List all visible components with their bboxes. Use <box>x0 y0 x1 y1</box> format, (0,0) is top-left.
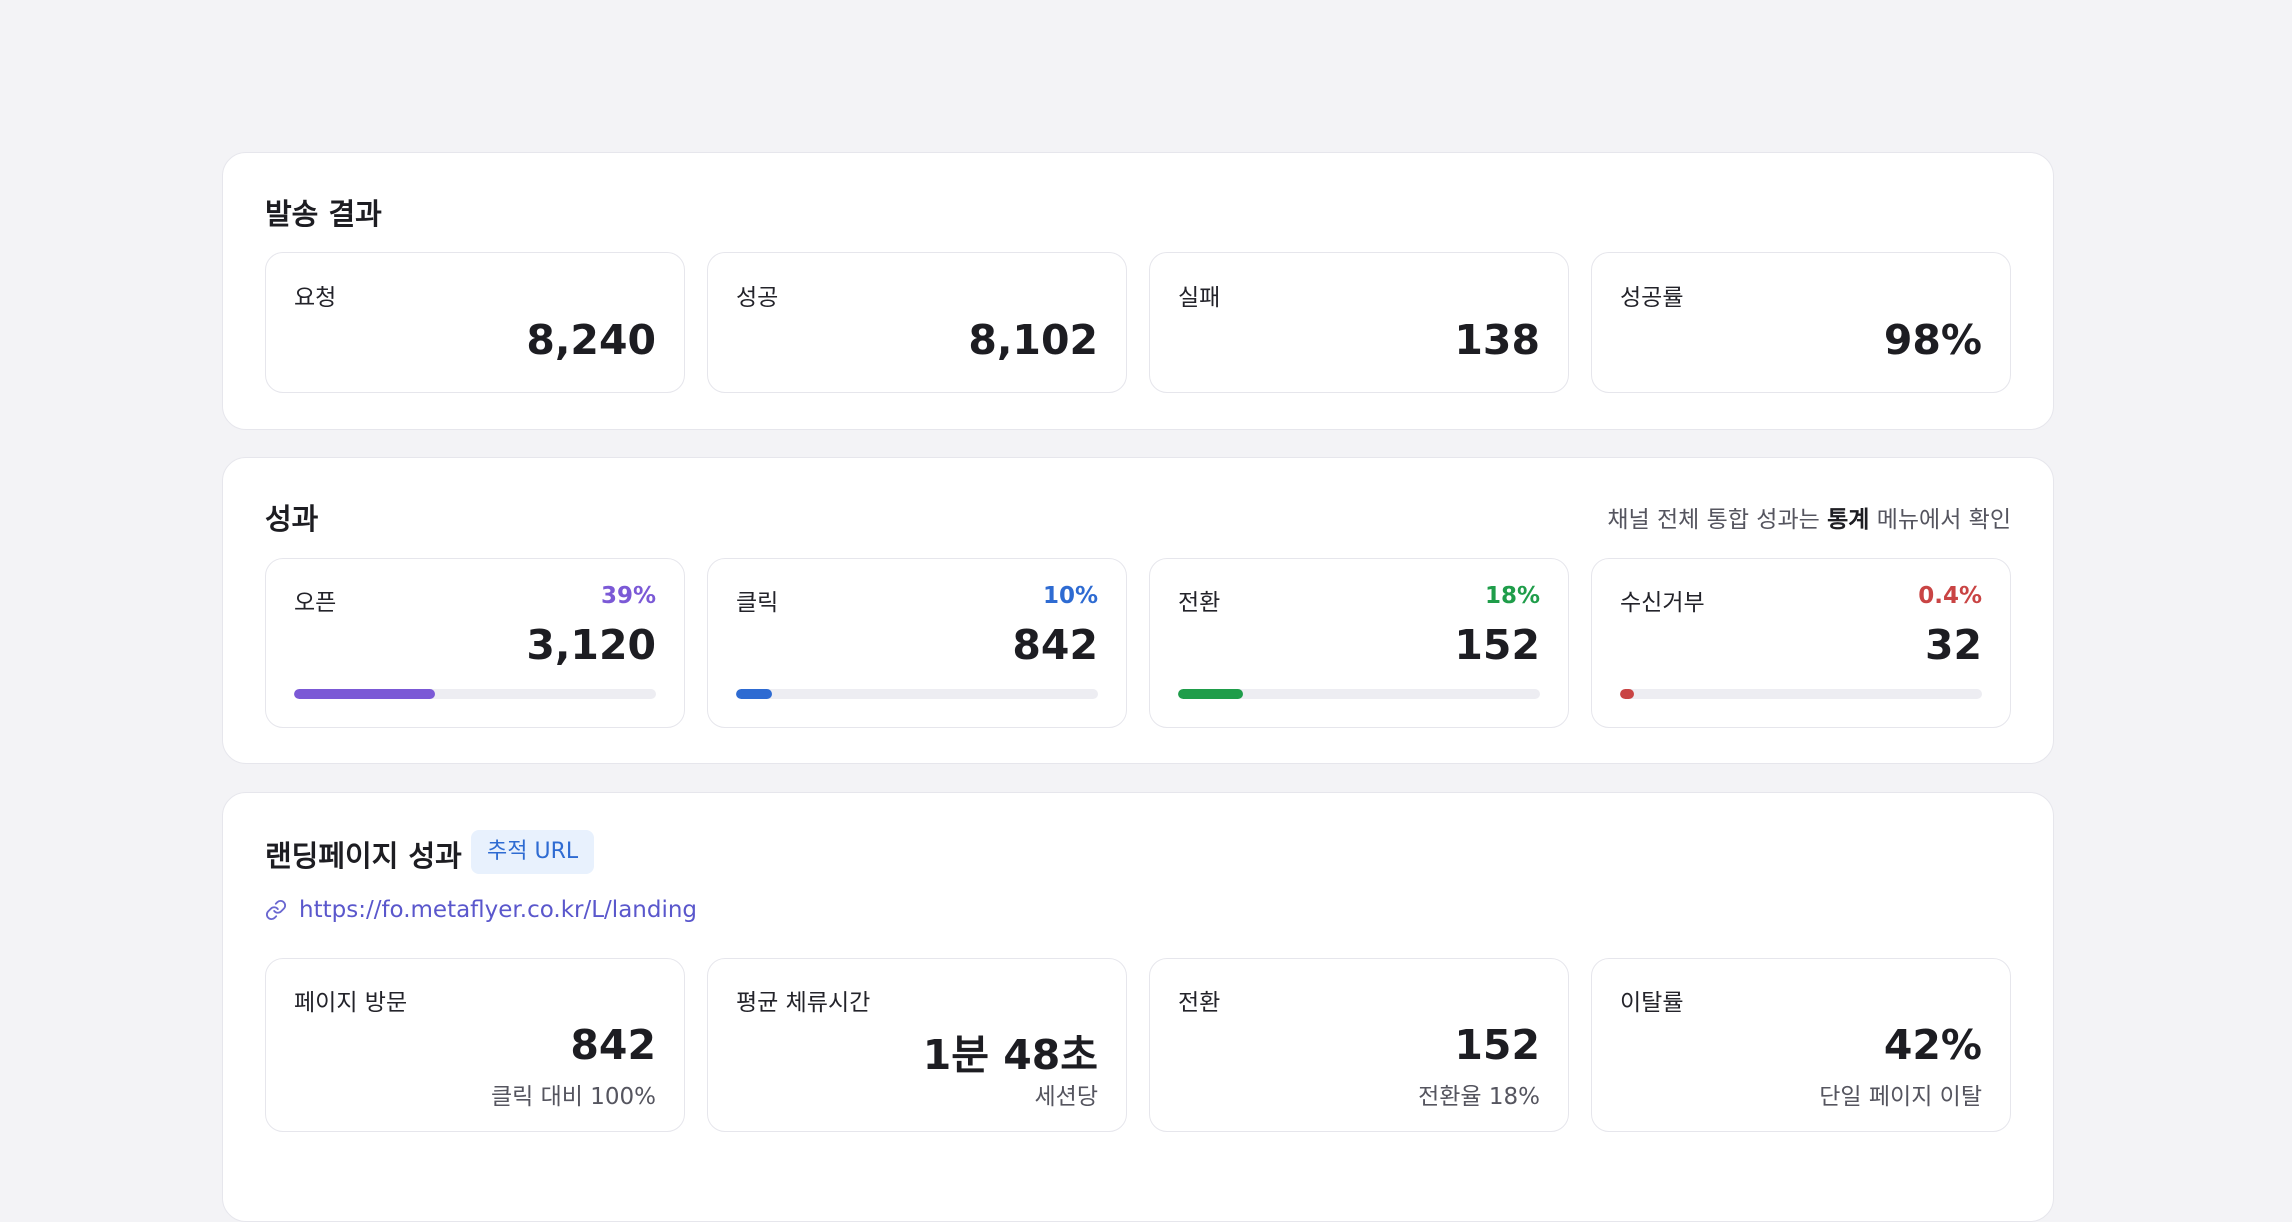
progress-track <box>736 689 1098 699</box>
landing-card-conversion: 전환 152 전환율 18% <box>1149 958 1569 1132</box>
card-label: 클릭 <box>736 590 779 616</box>
stats-menu-link[interactable]: 통계 <box>1827 507 1869 533</box>
card-value: 152 <box>1454 1021 1540 1069</box>
metric-card-click: 클릭 10% 842 <box>707 558 1127 728</box>
card-label: 실패 <box>1178 285 1221 311</box>
card-label: 전환 <box>1178 990 1221 1016</box>
metric-card-conversion: 전환 18% 152 <box>1149 558 1569 728</box>
performance-panel: 성과 채널 전체 통합 성과는 통계 메뉴에서 확인 오픈 39% 3,120 … <box>222 457 2054 764</box>
landing-url-row[interactable]: https://fo.metaflyer.co.kr/L/landing <box>265 897 697 923</box>
card-percent: 10% <box>1042 583 1098 609</box>
progress-fill <box>1620 689 1635 699</box>
card-subtext: 단일 페이지 이탈 <box>1819 1084 1982 1110</box>
card-label: 요청 <box>294 285 337 311</box>
metric-card-open: 오픈 39% 3,120 <box>265 558 685 728</box>
note-suffix: 메뉴에서 확인 <box>1869 507 2011 533</box>
landing-card-avg-duration: 평균 체류시간 1분 48초 세션당 <box>707 958 1127 1132</box>
card-label: 성공률 <box>1620 285 1684 311</box>
card-label: 오픈 <box>294 590 337 616</box>
progress-track <box>1620 689 1982 699</box>
card-label: 성공 <box>736 285 779 311</box>
card-value: 3,120 <box>526 621 656 669</box>
card-value: 32 <box>1924 621 1982 669</box>
progress-track <box>1178 689 1540 699</box>
card-value: 42% <box>1883 1021 1982 1069</box>
link-icon <box>265 899 287 921</box>
landing-url-link[interactable]: https://fo.metaflyer.co.kr/L/landing <box>299 897 697 923</box>
card-label: 전환 <box>1178 590 1221 616</box>
tracking-url-badge: 추적 URL <box>471 830 595 874</box>
landing-panel: 랜딩페이지 성과 추적 URL https://fo.metaflyer.co.… <box>222 792 2054 1222</box>
send-result-title: 발송 결과 <box>265 197 382 231</box>
stats-menu-note: 채널 전체 통합 성과는 통계 메뉴에서 확인 <box>1607 500 2011 534</box>
card-percent: 18% <box>1484 583 1540 609</box>
metric-card-unsubscribe: 수신거부 0.4% 32 <box>1591 558 2011 728</box>
card-label: 페이지 방문 <box>294 990 408 1016</box>
card-value: 98% <box>1883 316 1982 364</box>
landing-title: 랜딩페이지 성과 <box>265 839 462 873</box>
note-prefix: 채널 전체 통합 성과는 <box>1607 507 1828 533</box>
card-percent: 0.4% <box>1918 583 1982 609</box>
performance-cards: 오픈 39% 3,120 클릭 10% 842 전환 18% 152 수신거부 … <box>265 558 2011 728</box>
card-percent: 39% <box>600 583 656 609</box>
card-value: 138 <box>1454 316 1540 364</box>
send-result-cards: 요청 8,240 성공 8,102 실패 138 성공률 98% <box>265 252 2011 393</box>
card-label: 평균 체류시간 <box>736 990 871 1016</box>
card-subtext: 클릭 대비 100% <box>490 1084 656 1110</box>
card-value: 842 <box>1012 621 1098 669</box>
card-label: 이탈률 <box>1620 990 1684 1016</box>
progress-fill <box>736 689 773 699</box>
landing-card-visits: 페이지 방문 842 클릭 대비 100% <box>265 958 685 1132</box>
progress-fill <box>1178 689 1244 699</box>
card-value: 842 <box>570 1021 656 1069</box>
card-value: 8,102 <box>968 316 1098 364</box>
send-result-panel: 발송 결과 요청 8,240 성공 8,102 실패 138 성공률 98% <box>222 152 2054 430</box>
card-value: 1분 48초 <box>922 1031 1098 1079</box>
stat-card-success-rate: 성공률 98% <box>1591 252 2011 393</box>
card-value: 8,240 <box>526 316 656 364</box>
card-subtext: 전환율 18% <box>1418 1084 1540 1110</box>
progress-track <box>294 689 656 699</box>
stat-card-failure: 실패 138 <box>1149 252 1569 393</box>
landing-cards: 페이지 방문 842 클릭 대비 100% 평균 체류시간 1분 48초 세션당… <box>265 958 2011 1132</box>
progress-fill <box>294 689 436 699</box>
card-value: 152 <box>1454 621 1540 669</box>
stat-card-request: 요청 8,240 <box>265 252 685 393</box>
landing-card-bounce-rate: 이탈률 42% 단일 페이지 이탈 <box>1591 958 2011 1132</box>
performance-title: 성과 <box>265 502 319 536</box>
card-subtext: 세션당 <box>1034 1084 1098 1110</box>
card-label: 수신거부 <box>1620 590 1705 616</box>
stat-card-success: 성공 8,102 <box>707 252 1127 393</box>
